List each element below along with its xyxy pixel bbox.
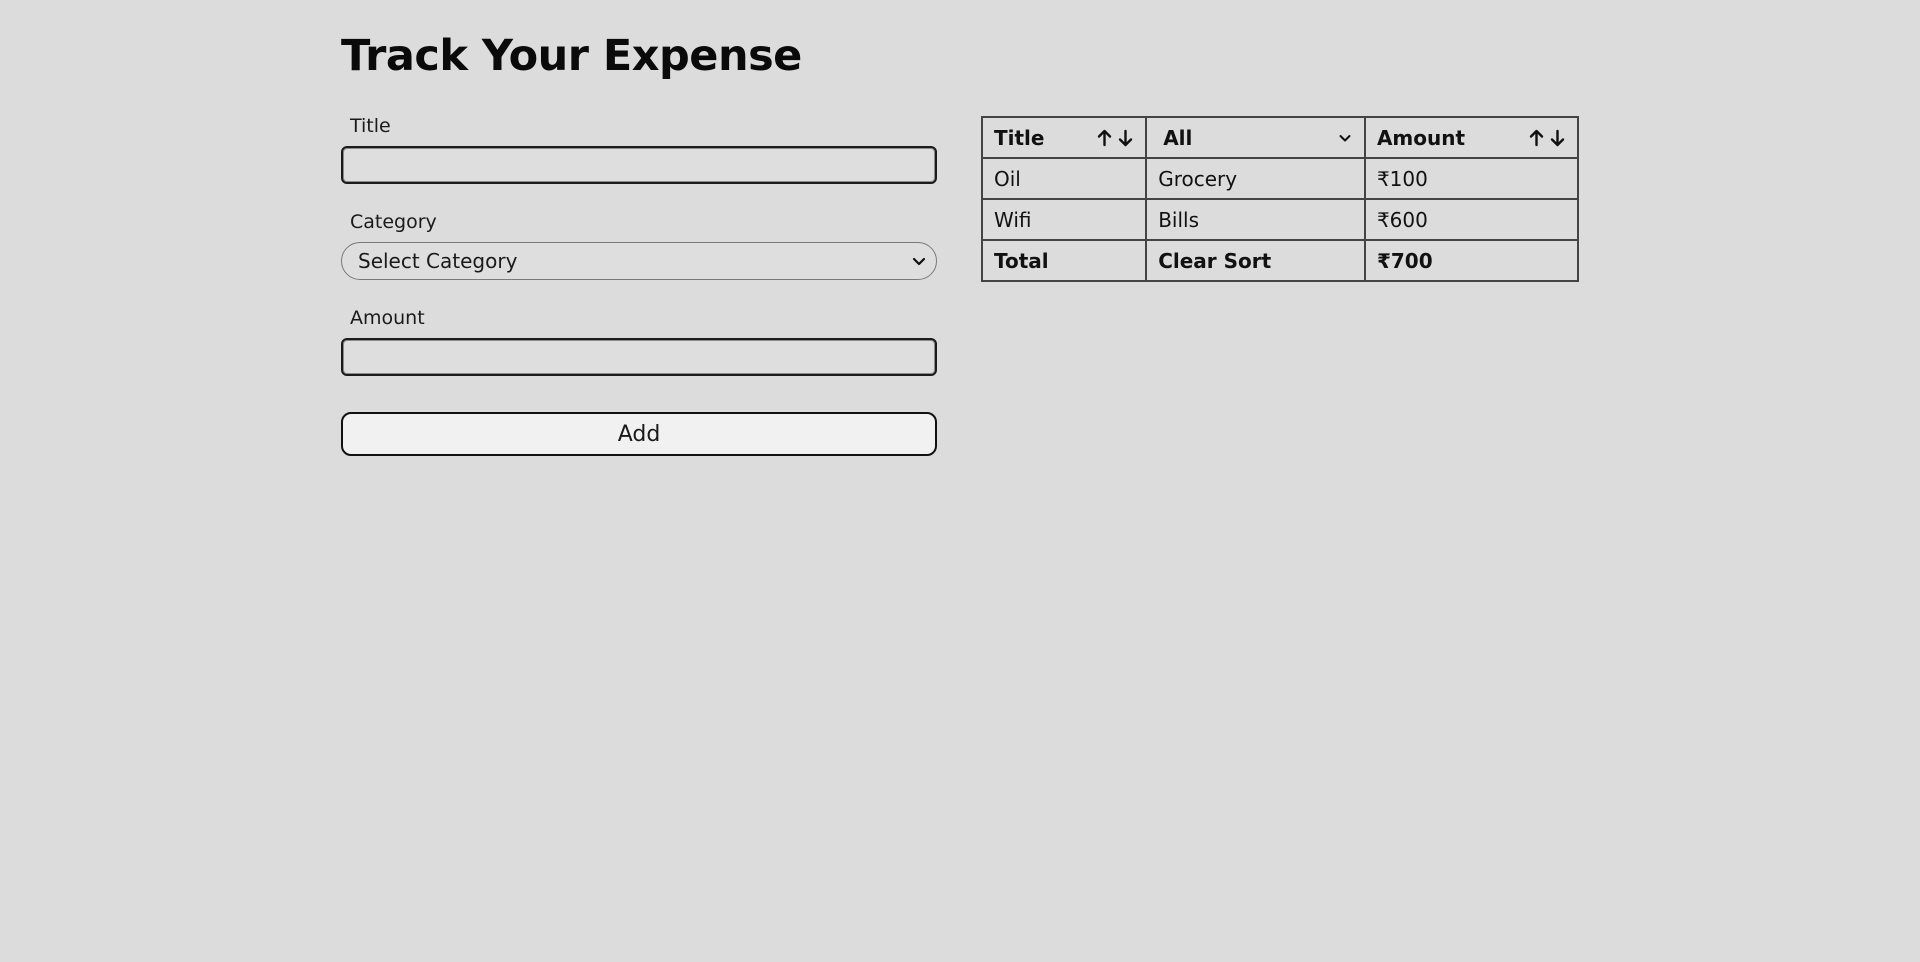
amount-sort-controls [1528,128,1566,148]
page-title: Track Your Expense [341,31,802,81]
arrow-down-icon[interactable] [1549,128,1566,148]
chevron-down-icon [1339,134,1351,141]
expense-table: Title All Amount Oil Grocery ₹100 Wifi B… [980,116,1580,282]
header-amount: Amount [1363,116,1580,159]
header-category-filter[interactable]: All [1145,116,1366,159]
category-filter-value: All [1163,125,1193,150]
header-title-label: Title [994,125,1045,150]
amount-label: Amount [350,307,425,329]
expense-form: Title Category Select Category Amount Ad… [341,112,937,456]
table-row: Oil Grocery ₹100 [980,157,1580,200]
title-input[interactable] [341,146,937,184]
arrow-down-icon[interactable] [1117,128,1134,148]
page: Track Your Expense Title Category Select… [0,0,1920,962]
add-button[interactable]: Add [341,412,937,456]
table-row: Wifi Bills ₹600 [980,198,1580,241]
category-select-value: Select Category [358,249,518,273]
amount-field: Amount [341,304,937,376]
category-label: Category [350,211,437,233]
category-select[interactable]: Select Category [341,242,937,280]
title-sort-controls [1096,128,1134,148]
arrow-up-icon[interactable] [1528,128,1545,148]
row-amount: ₹600 [1363,198,1580,241]
total-amount: ₹700 [1363,239,1580,282]
table-header-row: Title All Amount [980,116,1580,159]
arrow-up-icon[interactable] [1096,128,1113,148]
row-title: Oil [980,157,1148,200]
header-title: Title [980,116,1148,159]
clear-sort-button[interactable]: Clear Sort [1145,239,1366,282]
row-amount: ₹100 [1363,157,1580,200]
category-field: Category Select Category [341,208,937,280]
total-label: Total [980,239,1148,282]
amount-input[interactable] [341,338,937,376]
title-field: Title [341,112,937,184]
row-category: Grocery [1145,157,1366,200]
chevron-down-icon [912,257,926,266]
row-category: Bills [1145,198,1366,241]
table-total-row: Total Clear Sort ₹700 [980,239,1580,282]
header-amount-label: Amount [1376,125,1466,150]
row-title: Wifi [980,198,1148,241]
title-label: Title [350,115,391,137]
